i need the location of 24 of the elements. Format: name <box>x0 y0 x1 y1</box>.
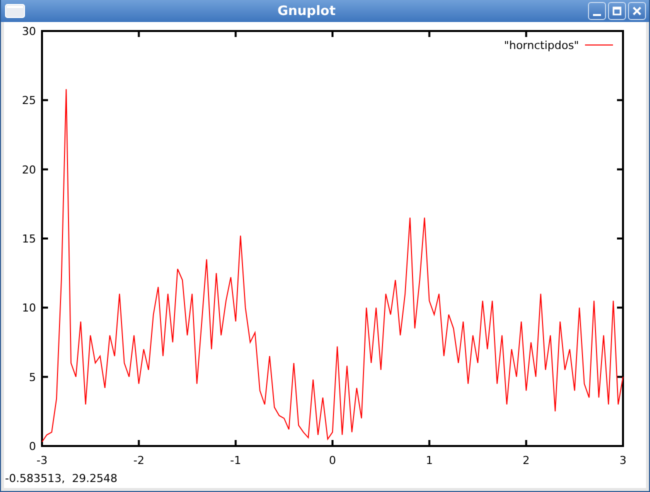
y-tick-label: 20 <box>22 163 36 176</box>
y-tick-label: 5 <box>29 370 36 384</box>
legend-line-sample <box>584 44 614 46</box>
x-tick-label: 1 <box>426 454 433 467</box>
maximize-button[interactable] <box>608 2 626 20</box>
x-tick-label: -2 <box>133 454 144 467</box>
legend-label: "hornctipdos" <box>504 39 579 52</box>
x-tick-label: -3 <box>36 454 48 467</box>
close-icon <box>632 6 642 16</box>
x-tick-label: -1 <box>230 454 242 467</box>
minimize-icon <box>593 14 601 16</box>
y-tick-label: 25 <box>22 94 36 108</box>
y-tick-label: 30 <box>22 25 36 38</box>
status-coordinates: -0.583513, 29.2548 <box>4 471 118 485</box>
close-button[interactable] <box>628 2 646 20</box>
x-tick-label: 0 <box>329 454 336 467</box>
y-tick-label: 10 <box>22 302 36 315</box>
x-tick-label: 2 <box>522 454 530 467</box>
window-title: Gnuplot <box>276 4 337 18</box>
y-tick-label: 0 <box>29 440 36 453</box>
x-tick-label: 3 <box>620 454 626 467</box>
maximize-icon <box>612 6 622 16</box>
y-tick-label: 15 <box>22 232 36 246</box>
minimize-button[interactable] <box>588 2 606 20</box>
